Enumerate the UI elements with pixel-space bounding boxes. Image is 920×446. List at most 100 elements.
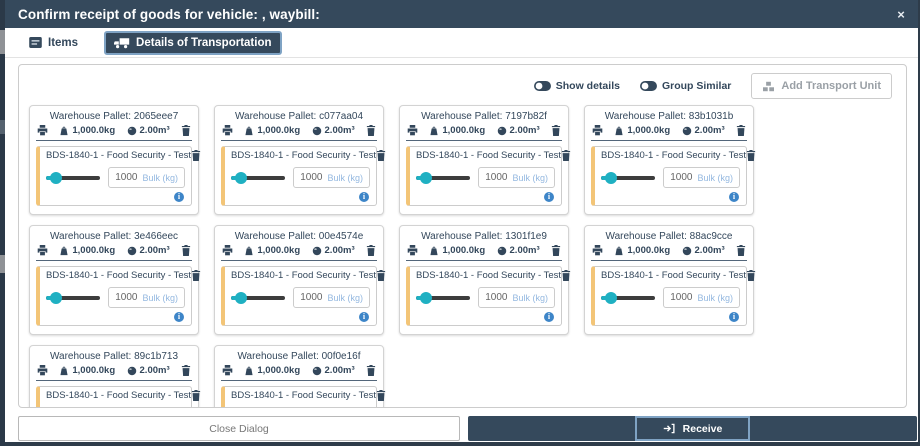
volume-icon [127, 246, 137, 256]
print-icon[interactable] [592, 245, 603, 256]
weight-icon [244, 246, 254, 256]
quantity-slider[interactable] [46, 176, 100, 180]
print-icon[interactable] [222, 365, 233, 376]
quantity-input[interactable]: 1000 Bulk (kg) [108, 287, 185, 308]
remove-commodity-icon[interactable] [561, 150, 571, 161]
add-transport-unit-button[interactable]: Add Transport Unit [751, 73, 892, 99]
weight-value: 1,000.0kg [442, 125, 485, 136]
pallet-meta-row: 1,000.0kg 2.00m³ [591, 244, 747, 261]
quantity-input[interactable]: 1000 Bulk (kg) [293, 287, 370, 308]
pallet-meta-row: 1,000.0kg 2.00m³ [221, 124, 377, 141]
close-dialog-button[interactable]: Close Dialog [18, 416, 460, 441]
commodity-card: BDS-1840-1 - Food Security - Test 1000 B… [406, 146, 562, 206]
delete-pallet-icon[interactable] [736, 125, 746, 136]
weight-icon [614, 126, 624, 136]
commodity-label: BDS-1840-1 - Food Security - Test [601, 270, 746, 281]
quantity-input[interactable]: 1000 Bulk (kg) [478, 167, 555, 188]
pallet-title: Warehouse Pallet: 89c1b713 [36, 348, 192, 364]
slider-handle[interactable] [605, 172, 617, 184]
remove-commodity-icon[interactable] [376, 150, 386, 161]
quantity-slider[interactable] [416, 296, 470, 300]
quantity-input[interactable]: 1000 Bulk (kg) [663, 287, 740, 308]
quantity-input[interactable]: 1000 Bulk (kg) [478, 287, 555, 308]
print-icon[interactable] [592, 125, 603, 136]
quantity-slider[interactable] [601, 176, 655, 180]
remove-commodity-icon[interactable] [376, 270, 386, 281]
remove-commodity-icon[interactable] [191, 270, 201, 281]
quantity-slider[interactable] [231, 176, 285, 180]
delete-pallet-icon[interactable] [366, 125, 376, 136]
commodity-card: BDS-1840-1 - Food Security - Test 1000 B… [36, 386, 192, 408]
group-similar-toggle[interactable]: Group Similar [640, 80, 731, 92]
remove-commodity-icon[interactable] [746, 150, 756, 161]
pallet-title: Warehouse Pallet: 88ac9cce [591, 228, 747, 244]
delete-pallet-icon[interactable] [551, 245, 561, 256]
slider-handle[interactable] [420, 292, 432, 304]
info-icon[interactable]: i [729, 312, 739, 322]
quantity-slider[interactable] [46, 296, 100, 300]
print-icon[interactable] [37, 245, 48, 256]
tab-details-of-transportation[interactable]: Details of Transportation [104, 31, 281, 55]
info-icon[interactable]: i [174, 312, 184, 322]
print-icon[interactable] [222, 245, 233, 256]
slider-handle[interactable] [420, 172, 432, 184]
delete-pallet-icon[interactable] [736, 245, 746, 256]
quantity-input[interactable]: 1000 Bulk (kg) [108, 407, 185, 408]
print-icon[interactable] [407, 125, 418, 136]
items-icon [29, 37, 42, 48]
quantity-input[interactable]: 1000 Bulk (kg) [293, 407, 370, 408]
quantity-slider[interactable] [601, 296, 655, 300]
weight-icon [614, 246, 624, 256]
info-icon[interactable]: i [544, 192, 554, 202]
delete-pallet-icon[interactable] [366, 245, 376, 256]
slider-handle[interactable] [605, 292, 617, 304]
info-icon[interactable]: i [174, 192, 184, 202]
quantity-input[interactable]: 1000 Bulk (kg) [108, 167, 185, 188]
commodity-label: BDS-1840-1 - Food Security - Test [46, 390, 191, 401]
commodity-head: BDS-1840-1 - Food Security - Test [601, 150, 740, 161]
volume-value: 2.00m³ [695, 125, 725, 136]
info-icon[interactable]: i [359, 192, 369, 202]
print-icon[interactable] [37, 125, 48, 136]
remove-commodity-icon[interactable] [376, 390, 386, 401]
remove-commodity-icon[interactable] [746, 270, 756, 281]
info-row: i [601, 308, 740, 322]
commodity-body: 1000 Bulk (kg) [46, 167, 185, 188]
delete-pallet-icon[interactable] [366, 365, 376, 376]
print-icon[interactable] [222, 125, 233, 136]
commodity-label: BDS-1840-1 - Food Security - Test [416, 270, 561, 281]
quantity-input[interactable]: 1000 Bulk (kg) [663, 167, 740, 188]
print-icon[interactable] [37, 365, 48, 376]
print-icon[interactable] [407, 245, 418, 256]
quantity-input[interactable]: 1000 Bulk (kg) [293, 167, 370, 188]
slider-handle[interactable] [50, 292, 62, 304]
remove-commodity-icon[interactable] [191, 150, 201, 161]
pallet-grid: Warehouse Pallet: 2065eee7 1,000.0kg 2.0… [19, 101, 906, 408]
pallet-meta-row: 1,000.0kg 2.00m³ [36, 124, 192, 141]
info-icon[interactable]: i [544, 312, 554, 322]
quantity-slider[interactable] [231, 296, 285, 300]
delete-pallet-icon[interactable] [551, 125, 561, 136]
remove-commodity-icon[interactable] [191, 390, 201, 401]
commodity-body: 1000 Bulk (kg) [416, 167, 555, 188]
close-icon[interactable]: × [897, 7, 905, 22]
info-icon[interactable]: i [359, 312, 369, 322]
tab-items[interactable]: Items [19, 31, 88, 55]
receive-button[interactable]: Receive [635, 416, 751, 441]
volume-value: 2.00m³ [510, 125, 540, 136]
quantity-slider[interactable] [416, 176, 470, 180]
pallet-meta-row: 1,000.0kg 2.00m³ [221, 244, 377, 261]
delete-pallet-icon[interactable] [181, 365, 191, 376]
pallet-card: Warehouse Pallet: 89c1b713 1,000.0kg 2.0… [29, 345, 199, 408]
slider-handle[interactable] [50, 172, 62, 184]
show-details-toggle[interactable]: Show details [534, 80, 620, 92]
commodity-body: 1000 Bulk (kg) [46, 407, 185, 408]
slider-handle[interactable] [235, 172, 247, 184]
info-icon[interactable]: i [729, 192, 739, 202]
pallet-volume: 2.00m³ [497, 245, 540, 256]
slider-handle[interactable] [235, 292, 247, 304]
delete-pallet-icon[interactable] [181, 245, 191, 256]
remove-commodity-icon[interactable] [561, 270, 571, 281]
commodity-head: BDS-1840-1 - Food Security - Test [231, 150, 370, 161]
delete-pallet-icon[interactable] [181, 125, 191, 136]
